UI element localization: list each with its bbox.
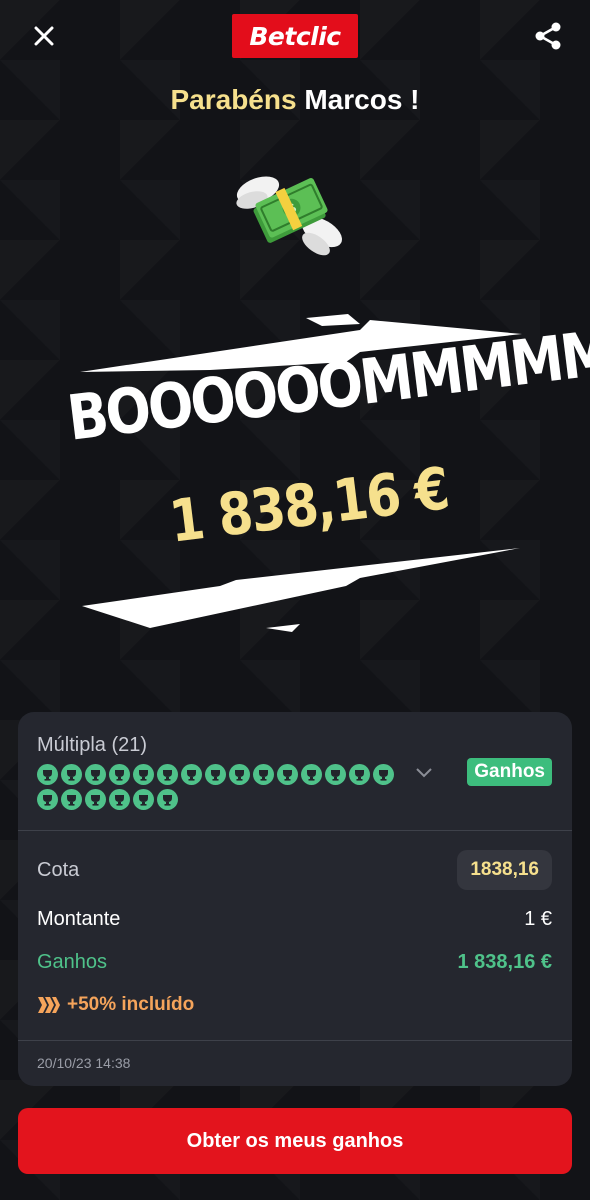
selection-won-dot	[253, 764, 274, 785]
celebration-banner: BOOOOOOMMMMM 1 838,16 €	[60, 310, 590, 640]
bet-summary-card: Múltipla (21) Ganhos Cota 1838,16 Montan…	[18, 712, 572, 1086]
selection-won-dot	[277, 764, 298, 785]
trophy-icon	[115, 794, 124, 806]
top-bar: Betclic	[0, 0, 590, 76]
close-button[interactable]	[28, 20, 60, 52]
trophy-icon	[43, 769, 52, 781]
selection-won-dot	[325, 764, 346, 785]
selection-won-dot	[37, 764, 58, 785]
selection-won-dot	[373, 764, 394, 785]
user-name: Marcos !	[304, 84, 420, 115]
stake-label: Montante	[37, 908, 121, 930]
selection-won-dot	[109, 764, 130, 785]
winnings-row: Ganhos 1 838,16 €	[37, 951, 552, 974]
selection-won-dot	[229, 764, 250, 785]
boost-text: +50% incluído	[67, 994, 195, 1015]
divider	[18, 830, 572, 831]
trophy-icon	[91, 769, 100, 781]
selection-won-dot	[37, 789, 58, 810]
trophy-icon	[67, 769, 76, 781]
greeting-prefix: Parabéns	[170, 84, 297, 115]
winnings-value: 1 838,16 €	[457, 951, 552, 973]
betclic-logo: Betclic	[232, 14, 358, 58]
winnings-label: Ganhos	[37, 951, 108, 973]
selection-won-dot	[61, 789, 82, 810]
selection-won-dot	[133, 764, 154, 785]
boost-chevrons-icon	[38, 997, 60, 1013]
trophy-icon	[235, 769, 244, 781]
trophy-icon	[211, 769, 220, 781]
selection-won-dot	[349, 764, 370, 785]
status-badge: Ganhos	[467, 758, 552, 786]
chevron-down-icon	[416, 768, 432, 778]
stake-row: Montante 1 €	[37, 908, 552, 931]
trophy-icon	[259, 769, 268, 781]
trophy-icon	[379, 769, 388, 781]
share-icon	[535, 22, 561, 50]
trophy-icon	[115, 769, 124, 781]
expand-selections-button[interactable]	[414, 766, 434, 785]
share-button[interactable]	[530, 18, 566, 54]
odds-label: Cota	[37, 858, 80, 881]
bet-timestamp: 20/10/23 14:38	[37, 1055, 131, 1071]
congratulations-heading: Parabéns Marcos !	[0, 84, 590, 116]
selection-won-dot	[181, 764, 202, 785]
trophy-icon	[91, 794, 100, 806]
trophy-icon	[163, 794, 172, 806]
selection-won-dot	[133, 789, 154, 810]
claim-winnings-button[interactable]: Obter os meus ganhos	[18, 1108, 572, 1174]
selection-won-dot	[301, 764, 322, 785]
trophy-icon	[331, 769, 340, 781]
selection-won-dot	[109, 789, 130, 810]
selection-won-dot	[157, 789, 178, 810]
close-icon	[34, 26, 54, 46]
selection-won-dot	[85, 764, 106, 785]
trophy-icon	[163, 769, 172, 781]
selection-won-dot	[157, 764, 178, 785]
trophy-icon	[139, 794, 148, 806]
boost-info: +50% incluído	[37, 994, 194, 1016]
trophy-icon	[187, 769, 196, 781]
selection-won-dot	[61, 764, 82, 785]
selection-won-dot	[205, 764, 226, 785]
trophy-icon	[67, 794, 76, 806]
bet-type-label: Múltipla (21)	[37, 734, 148, 756]
stake-value: 1 €	[524, 908, 552, 930]
selection-results	[37, 764, 407, 810]
trophy-icon	[283, 769, 292, 781]
money-with-wings-icon: $	[236, 176, 342, 256]
odds-value: 1838,16	[457, 850, 552, 890]
selection-won-dot	[85, 789, 106, 810]
odds-row: Cota 1838,16	[37, 850, 552, 890]
trophy-icon	[355, 769, 364, 781]
trophy-icon	[139, 769, 148, 781]
trophy-icon	[307, 769, 316, 781]
divider	[18, 1040, 572, 1041]
trophy-icon	[43, 794, 52, 806]
